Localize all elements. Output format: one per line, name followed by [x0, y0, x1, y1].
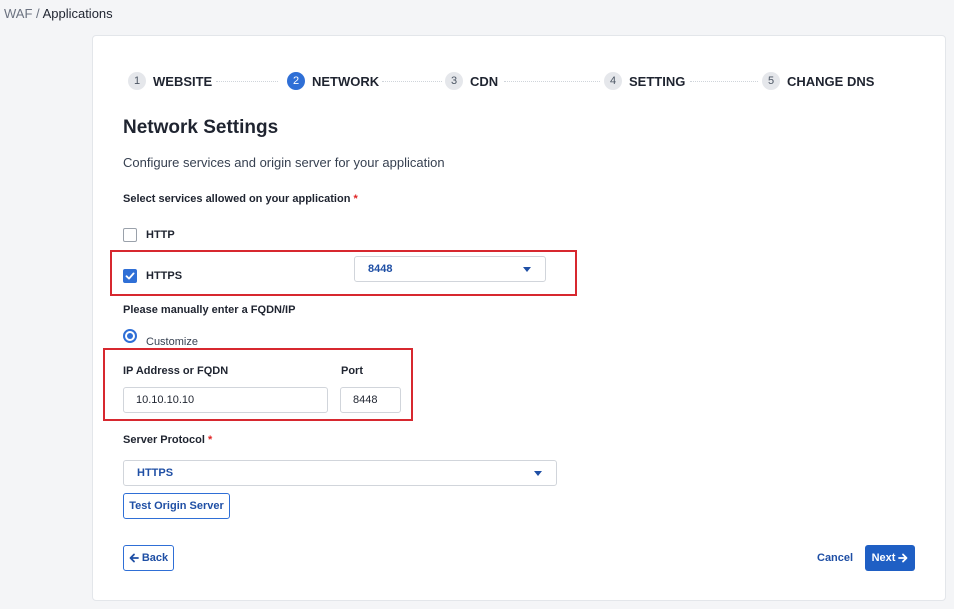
http-checkbox[interactable]: [123, 228, 137, 242]
step-label: CHANGE DNS: [787, 73, 875, 89]
step-website[interactable]: 1 WEBSITE: [128, 72, 212, 90]
origin-label: Please manually enter a FQDN/IP: [123, 304, 296, 316]
server-protocol-select[interactable]: HTTPS: [123, 460, 557, 486]
step-label: SETTING: [629, 73, 686, 89]
breadcrumb: WAF / Applications: [4, 6, 113, 21]
step-label: WEBSITE: [153, 73, 213, 89]
step-number: 1: [128, 72, 146, 90]
step-change-dns[interactable]: 5 CHANGE DNS: [762, 72, 874, 90]
breadcrumb-root[interactable]: WAF: [4, 6, 32, 21]
step-cdn[interactable]: 3 CDN: [445, 72, 498, 90]
wizard-stepper: 1 WEBSITE 2 NETWORK 3 CDN 4 SETTING 5 CH…: [128, 72, 908, 92]
step-label: NETWORK: [312, 73, 380, 89]
arrow-left-icon: [129, 553, 139, 563]
breadcrumb-separator: /: [36, 6, 40, 21]
https-highlight-box: [110, 250, 577, 296]
required-mark: *: [353, 193, 358, 205]
step-connector: [690, 81, 758, 82]
step-connector: [504, 81, 600, 82]
breadcrumb-current: Applications: [42, 6, 113, 21]
customize-radio[interactable]: [123, 329, 137, 343]
page-subtitle: Configure services and origin server for…: [123, 155, 445, 170]
step-label: CDN: [470, 73, 499, 89]
page-title: Network Settings: [123, 117, 279, 138]
step-number: 5: [762, 72, 780, 90]
next-button[interactable]: Next: [865, 545, 915, 571]
protocol-label-text: Server Protocol: [123, 434, 205, 446]
step-number: 4: [604, 72, 622, 90]
back-button[interactable]: Back: [123, 545, 174, 571]
cancel-button[interactable]: Cancel: [817, 552, 853, 564]
back-label: Back: [141, 552, 169, 564]
step-number: 2: [287, 72, 305, 90]
customize-label: Customize: [146, 336, 198, 348]
services-label-text: Select services allowed on your applicat…: [123, 193, 351, 205]
arrow-right-icon: [898, 553, 908, 563]
chevron-down-icon: [534, 471, 542, 476]
services-label: Select services allowed on your applicat…: [123, 193, 358, 205]
origin-highlight-box: [103, 348, 413, 421]
step-connector: [382, 81, 442, 82]
step-setting[interactable]: 4 SETTING: [604, 72, 685, 90]
step-number: 3: [445, 72, 463, 90]
step-connector: [216, 81, 278, 82]
server-protocol-value: HTTPS: [137, 467, 174, 479]
test-origin-server-button[interactable]: Test Origin Server: [123, 493, 230, 519]
http-label: HTTP: [146, 229, 175, 241]
step-network[interactable]: 2 NETWORK: [287, 72, 379, 90]
required-mark: *: [207, 434, 213, 446]
next-label: Next: [871, 552, 896, 564]
protocol-label: Server Protocol *: [123, 434, 212, 446]
